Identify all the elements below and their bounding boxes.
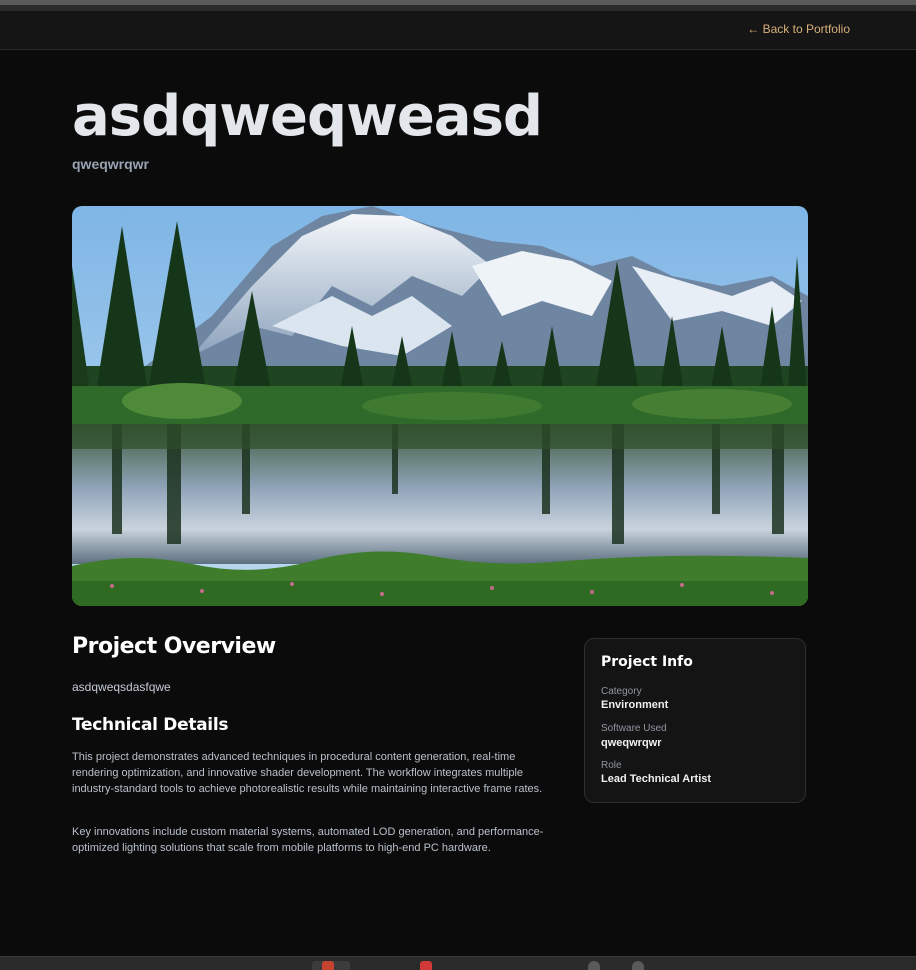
- software-label: Software Used: [601, 723, 667, 734]
- project-overview-text: asdqweqsdasfqwe: [72, 680, 171, 694]
- project-info-title: Project Info: [601, 654, 693, 670]
- hero-image: [72, 206, 808, 606]
- browser-top-strip: [0, 0, 916, 11]
- software-value: qweqwrqwr: [601, 737, 662, 749]
- technical-paragraph-2: Key innovations include custom material …: [72, 826, 544, 854]
- project-info-card: Project Info Category Environment Softwa…: [584, 638, 806, 803]
- site-header: ← Back to Portfolio: [0, 11, 916, 50]
- mountain-lake-landscape-icon: [72, 206, 808, 606]
- technical-paragraph-1: This project demonstrates advanced techn…: [72, 751, 543, 795]
- category-value: Environment: [601, 699, 669, 711]
- technical-details-heading: Technical Details: [72, 715, 229, 735]
- back-to-portfolio-link[interactable]: ← Back to Portfolio: [747, 22, 850, 36]
- role-label: Role: [601, 760, 622, 771]
- project-subtitle: qweqwrqwr: [72, 156, 150, 172]
- project-title: asdqweqweasd: [72, 84, 543, 149]
- role-value: Lead Technical Artist: [601, 773, 712, 785]
- taskbar: [0, 956, 916, 970]
- category-label: Category: [601, 686, 642, 697]
- project-overview-heading: Project Overview: [72, 634, 276, 659]
